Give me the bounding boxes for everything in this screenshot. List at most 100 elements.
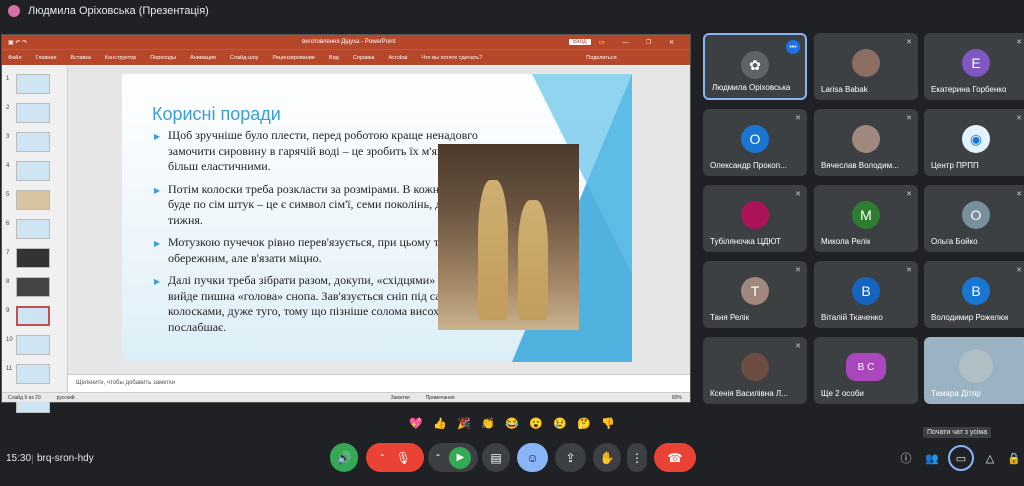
save-icon: ▣ ↶ ↷ (8, 39, 28, 46)
smile-icon: ☺ (526, 450, 539, 465)
chat-icon[interactable]: ▭ (948, 445, 974, 471)
lock-icon[interactable]: 🔒 (1004, 448, 1024, 468)
avatar-group: B C (846, 353, 886, 381)
logo-avatar-icon: ◉ (962, 125, 990, 153)
people-icon[interactable]: 👥 (922, 448, 942, 468)
thumb-number: 7 (6, 250, 10, 256)
more-options-icon[interactable]: ••• (786, 40, 800, 54)
thumb-number: 10 (6, 337, 13, 343)
more-participants-tile[interactable]: B C Ще 2 особи (814, 337, 918, 404)
camera-toggle-button[interactable]: ⌃ ▶ (428, 443, 478, 472)
tab-animation[interactable]: Анимация (190, 55, 216, 61)
tab-design[interactable]: Конструктор (105, 55, 136, 61)
info-icon[interactable]: ⓘ (896, 448, 916, 468)
lotus-avatar-icon: ✿ (741, 51, 769, 79)
participant-tile[interactable]: B ✕ Віталій Ткаченко (814, 261, 918, 328)
ribbon-tabs: Файл Главная Вставка Конструктор Переход… (2, 49, 690, 65)
participant-tile[interactable]: ✕ Тубіляночка ЦДЮТ (703, 185, 807, 252)
reaction-bar: 💖 👍 🎉 👏 😂 😮 😢 🤔 👎 (406, 413, 618, 433)
present-button[interactable]: ⇪ (555, 443, 586, 472)
window-titlebar: Людмила Оріховська (Презентація) (0, 0, 1024, 22)
participant-tile[interactable]: ✕ Larisa Babak (814, 33, 918, 100)
slide-thumbnail[interactable] (16, 74, 50, 94)
powerpoint-workspace: 1 2 3 4 5 6 7 8 9 10 11 12 Корисні порад… (2, 66, 690, 413)
tab-acrobat[interactable]: Acrobat (388, 55, 407, 61)
participant-tile[interactable]: О ✕ Олександр Прокоп... (703, 109, 807, 176)
participant-tile[interactable]: ✿ ••• Людмила Оріховська (703, 33, 807, 100)
tab-insert[interactable]: Вставка (70, 55, 90, 61)
tab-view[interactable]: Вид (329, 55, 339, 61)
chevron-up-icon[interactable]: ⌃ (379, 453, 386, 462)
current-slide[interactable]: Корисні поради Щоб зручніше було плести,… (122, 74, 632, 362)
slide-thumbnail[interactable] (16, 364, 50, 384)
zoom-level[interactable]: 80% (672, 395, 690, 401)
laugh-reaction-icon[interactable]: 😂 (502, 413, 522, 433)
share-button[interactable]: Поделиться (586, 55, 616, 61)
chevron-up-icon[interactable]: ⌃ (435, 453, 442, 462)
tell-me-search[interactable]: Что вы хотите сделать? (421, 55, 482, 61)
audio-icon[interactable]: 🔊 (330, 443, 358, 472)
thumb-number: 4 (6, 163, 10, 169)
tab-slideshow[interactable]: Слайд-шоу (230, 55, 259, 61)
login-button[interactable]: Вход (569, 39, 591, 45)
tab-file[interactable]: Файл (8, 55, 22, 61)
clap-reaction-icon[interactable]: 👏 (478, 413, 498, 433)
thumb-number: 8 (6, 279, 10, 285)
slide-thumbnail[interactable] (16, 248, 50, 268)
leave-call-button[interactable]: ☎ (654, 443, 696, 472)
slide-thumbnail[interactable] (16, 335, 50, 355)
slide-thumbnail[interactable] (16, 219, 50, 239)
participant-tile[interactable]: Е ✕ Екатерина Горбенко (924, 33, 1024, 100)
thumb-number: 1 (6, 76, 10, 82)
activities-icon[interactable]: △ (980, 448, 1000, 468)
slide-thumbnail[interactable] (16, 277, 50, 297)
participant-tile[interactable]: T ✕ Таня Релік (703, 261, 807, 328)
mic-off-icon: ✕ (1016, 191, 1022, 198)
thumbs-up-reaction-icon[interactable]: 👍 (430, 413, 450, 433)
participant-name: Центр ПРПП (931, 161, 979, 170)
captions-button[interactable]: ▤ (482, 443, 510, 472)
comments-toggle[interactable]: Примечания (426, 395, 455, 401)
slide-thumbnail[interactable] (16, 103, 50, 123)
tab-help[interactable]: Справка (353, 55, 375, 61)
participant-name: Олександр Прокоп... (710, 161, 787, 170)
avatar: O (962, 201, 990, 229)
heart-reaction-icon[interactable]: 💖 (406, 413, 426, 433)
participant-tile[interactable]: M ✕ Микола Релік (814, 185, 918, 252)
sad-reaction-icon[interactable]: 😢 (550, 413, 570, 433)
participant-name: Володимир Рожелюк (931, 313, 1009, 322)
sheaf-shape (478, 180, 508, 320)
more-options-button[interactable]: ⋮ (627, 443, 647, 472)
mic-toggle-button[interactable]: ⌃ 🎙 (366, 443, 424, 472)
notes-toggle[interactable]: Заметки (391, 395, 410, 401)
participant-tile[interactable]: ✕ Ксенія Василівна Л... (703, 337, 807, 404)
participant-name: Ще 2 особи (821, 389, 864, 398)
powerpoint-statusbar: Слайд 9 из 20 русский Заметки Примечания… (2, 392, 690, 402)
hand-icon: ✋ (599, 450, 615, 465)
participant-tile[interactable]: ◉ ✕ Центр ПРПП (924, 109, 1024, 176)
slide-thumbnail[interactable] (16, 190, 50, 210)
participant-video-tile[interactable]: Тамара Дітяр (924, 337, 1024, 404)
participant-tile[interactable]: ✕ Вячеслав Володим... (814, 109, 918, 176)
tab-review[interactable]: Рецензирование (272, 55, 314, 61)
window-controls[interactable]: ▭ — ❐ ✕ (599, 39, 682, 46)
tab-transitions[interactable]: Переходы (150, 55, 176, 61)
surprise-reaction-icon[interactable]: 😮 (526, 413, 546, 433)
participant-tile[interactable]: B ✕ Володимир Рожелюк (924, 261, 1024, 328)
slide-thumbnail[interactable] (16, 161, 50, 181)
mic-off-icon: ✕ (795, 267, 801, 274)
mic-off-icon: ✕ (906, 191, 912, 198)
slide-counter: Слайд 9 из 20 (8, 394, 41, 401)
party-reaction-icon[interactable]: 🎉 (454, 413, 474, 433)
emoji-button[interactable]: ☺ (517, 443, 548, 472)
slide-thumbnail[interactable] (16, 132, 50, 152)
participant-tile[interactable]: O ✕ Ольга Бойко (924, 185, 1024, 252)
thinking-reaction-icon[interactable]: 🤔 (574, 413, 594, 433)
slide-thumbnail-selected[interactable] (16, 306, 50, 326)
thumbs-down-reaction-icon[interactable]: 👎 (598, 413, 618, 433)
avatar: M (852, 201, 880, 229)
notes-pane[interactable]: Щелкните, чтобы добавить заметки (68, 374, 690, 392)
tab-home[interactable]: Главная (36, 55, 57, 61)
raise-hand-button[interactable]: ✋ (593, 443, 621, 472)
captions-icon: ▤ (490, 450, 502, 465)
